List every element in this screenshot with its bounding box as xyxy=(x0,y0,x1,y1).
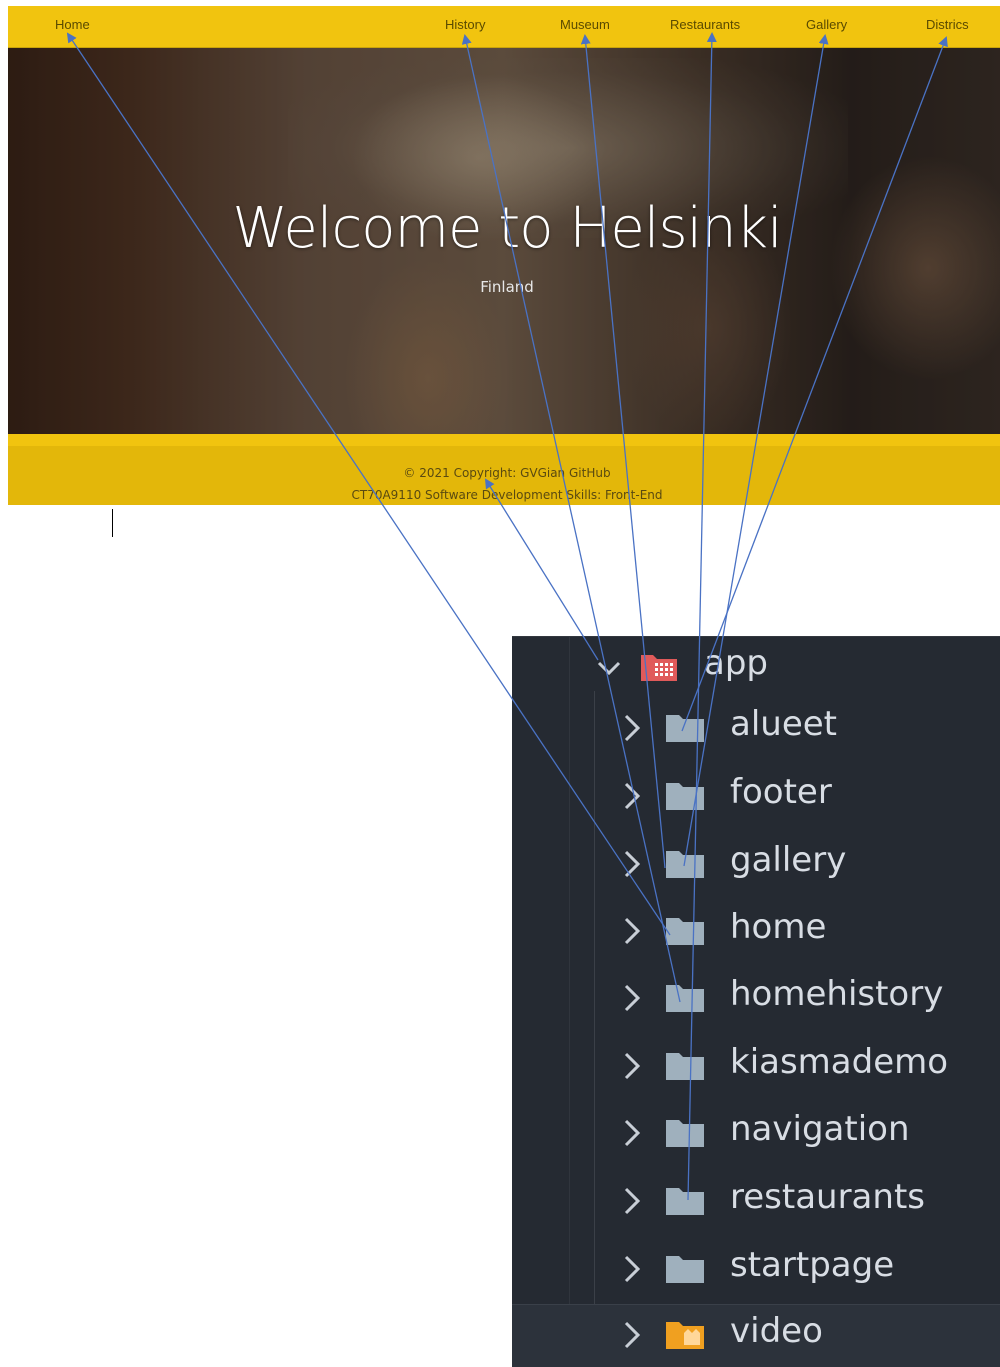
chevron-right-icon xyxy=(624,1187,641,1215)
folder-icon xyxy=(666,1120,704,1147)
nav-link-history[interactable]: History xyxy=(445,17,485,32)
nav-link-home[interactable]: Home xyxy=(55,17,90,32)
tree-item-startpage[interactable]: startpage xyxy=(512,1239,1000,1305)
tree-item-label: gallery xyxy=(730,840,847,880)
nav-link-museum[interactable]: Museum xyxy=(560,17,610,32)
site-footer: © 2021 Copyright: GVGian GitHub CT70A911… xyxy=(8,434,1000,505)
folder-icon xyxy=(666,715,704,742)
top-navigation: Home History Museum Restaurants Gallery … xyxy=(8,6,1000,48)
hero-title: Welcome to Helsinki xyxy=(232,196,782,261)
tree-item-kiasmademo[interactable]: kiasmademo xyxy=(512,1036,1000,1102)
chevron-right-icon xyxy=(624,714,641,742)
tree-item-label: app xyxy=(704,643,768,683)
nav-link-restaurants[interactable]: Restaurants xyxy=(670,17,740,32)
folder-icon xyxy=(666,851,704,878)
folder-icon xyxy=(666,918,704,945)
chevron-right-icon xyxy=(624,984,641,1012)
chevron-right-icon xyxy=(624,917,641,945)
chevron-right-icon xyxy=(624,1321,641,1349)
folder-icon xyxy=(666,1053,704,1080)
tree-item-label: restaurants xyxy=(730,1177,925,1217)
tree-item-label: navigation xyxy=(730,1109,910,1149)
text-cursor xyxy=(112,509,113,537)
tree-item-alueet[interactable]: alueet xyxy=(512,698,1000,764)
tree-item-navigation[interactable]: navigation xyxy=(512,1103,1000,1169)
tree-item-label: home xyxy=(730,907,827,947)
footer-course: CT70A9110 Software Development Skills: F… xyxy=(351,488,663,502)
tree-item-label: homehistory xyxy=(730,974,944,1014)
tree-item-restaurants[interactable]: restaurants xyxy=(512,1171,1000,1237)
folder-icon xyxy=(666,783,704,810)
chevron-right-icon xyxy=(624,1255,641,1283)
video-folder-icon xyxy=(666,1322,704,1349)
page: Home History Museum Restaurants Gallery … xyxy=(0,0,1000,1367)
tree-item-label: footer xyxy=(730,772,832,812)
tree-item-video[interactable]: video xyxy=(512,1304,1000,1367)
tree-item-homehistory[interactable]: homehistory xyxy=(512,968,1000,1034)
folder-icon xyxy=(666,1256,704,1283)
tree-item-app[interactable]: app xyxy=(512,637,1000,703)
chevron-down-icon xyxy=(597,661,621,676)
chevron-right-icon xyxy=(624,1052,641,1080)
nav-link-gallery[interactable]: Gallery xyxy=(806,17,847,32)
nav-link-districs[interactable]: Districs xyxy=(926,17,969,32)
chevron-right-icon xyxy=(624,850,641,878)
tree-item-label: alueet xyxy=(730,704,837,744)
website-preview: Home History Museum Restaurants Gallery … xyxy=(8,6,1000,505)
arrow-footer xyxy=(484,478,599,661)
tree-item-label: video xyxy=(730,1311,823,1351)
app-folder-open-icon xyxy=(641,655,677,681)
folder-icon xyxy=(666,1188,704,1215)
folder-icon xyxy=(666,985,704,1012)
tree-item-label: kiasmademo xyxy=(730,1042,949,1082)
tree-item-home[interactable]: home xyxy=(512,901,1000,967)
tree-item-gallery[interactable]: gallery xyxy=(512,834,1000,900)
chevron-right-icon xyxy=(624,782,641,810)
file-explorer: app alueet footer gallery home homehisto… xyxy=(512,636,1000,1367)
tree-item-label: startpage xyxy=(730,1245,895,1285)
footer-copyright: © 2021 Copyright: GVGian GitHub xyxy=(403,466,611,480)
hero-banner: Welcome to Helsinki Finland xyxy=(8,48,1000,434)
hero-subtitle: Finland xyxy=(480,278,534,296)
tree-item-footer[interactable]: footer xyxy=(512,766,1000,832)
chevron-right-icon xyxy=(624,1119,641,1147)
